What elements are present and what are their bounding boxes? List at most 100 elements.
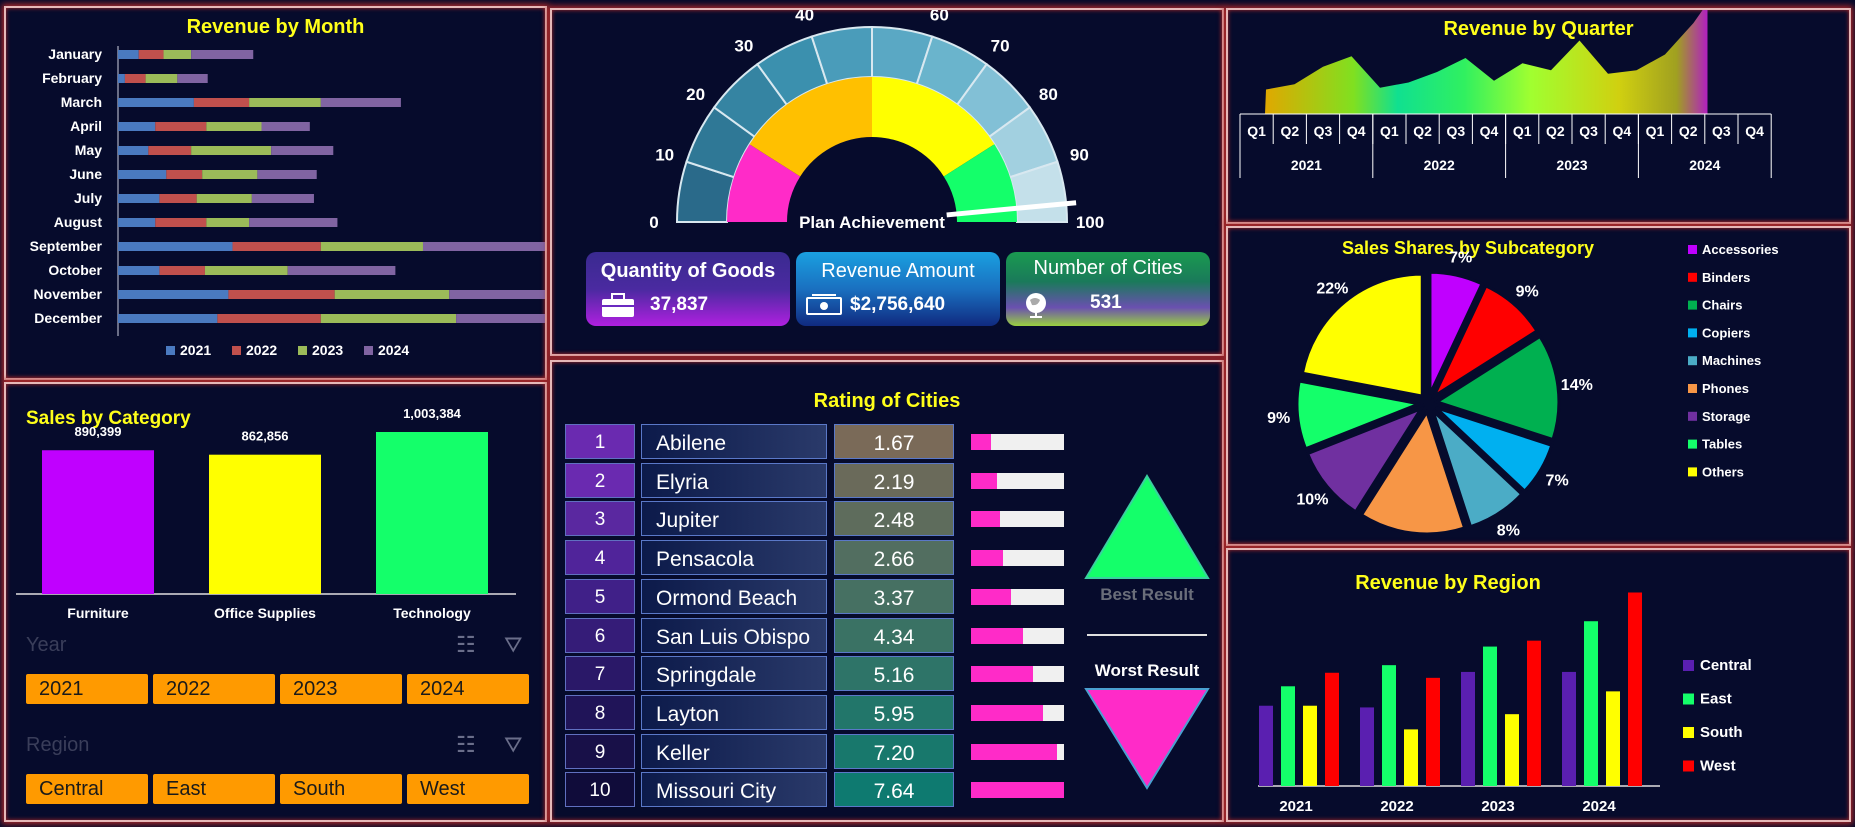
month-bar-segment (191, 146, 272, 155)
region-multiselect-icon[interactable]: ☷ (456, 732, 476, 758)
quarter-label: Q2 (1679, 123, 1698, 139)
rating-city: Abilene (641, 424, 827, 459)
revenue-by-quarter-chart: Q1 Q2 Q3 Q4 Q1 Q2 Q3 Q4 Q1 Q2 Q3 Q4 Q1 Q2 Q3 Q4 2021 2022… (1239, 10, 1772, 178)
rating-bar-fill (971, 627, 1024, 644)
region-bar (1360, 707, 1374, 786)
rating-bar-track (971, 782, 1064, 799)
pie-legend-swatch (1688, 272, 1697, 282)
year-button-2022[interactable]: 2022 (153, 674, 275, 704)
month-bar-segment (166, 170, 203, 179)
quarter-label: Q3 (1712, 123, 1731, 139)
category-axis-label: Furniture (67, 605, 129, 621)
region-bar (1404, 729, 1418, 786)
region-bar (1483, 646, 1497, 786)
rating-bar-fill (971, 704, 1043, 721)
region-slicer-label: Region (26, 734, 90, 756)
pie-legend-swatch (1688, 300, 1697, 310)
rating-value: 7.20 (834, 733, 954, 769)
quarter-area (1265, 10, 1708, 114)
month-bar-segment (249, 98, 321, 107)
region-bar (1584, 621, 1598, 786)
month-bar-segment (191, 50, 254, 59)
revenue-by-month-chart: January February March April May June July Augu… (30, 46, 545, 358)
pie-legend-swatch (1688, 328, 1697, 338)
rating-rank: 10 (565, 772, 635, 808)
rating-value: 2.48 (834, 501, 954, 537)
month-label: November (34, 286, 103, 302)
subcategory-panel: Sales Shares by Subcategory 7% 9% 14% 7% 8% 1… (1226, 226, 1851, 546)
month-bar-segment (287, 266, 396, 275)
year-button-2023[interactable]: 2023 (280, 674, 402, 704)
rating-bar-track (971, 434, 1064, 450)
region-button-east[interactable]: East (153, 774, 275, 804)
quarter-label: Q1 (1247, 123, 1266, 139)
year-button-2021[interactable]: 2021 (26, 674, 148, 704)
gauge-tick-label: 30 (734, 37, 753, 56)
month-bar-segment (206, 218, 250, 227)
rating-bar-track (971, 704, 1064, 721)
quarter-label: Q4 (1347, 123, 1366, 139)
year-button-2024[interactable]: 2024 (407, 674, 529, 704)
month-bar-segment (228, 290, 335, 299)
rating-city: San Luis Obispo (641, 617, 827, 653)
pie-legend-swatch (1688, 384, 1697, 393)
gauge-tick-label: 20 (686, 85, 705, 104)
month-bar-segment (163, 50, 192, 59)
gauge-tick-label: 40 (795, 10, 814, 25)
year-multiselect-icon[interactable]: ☷ (456, 632, 476, 658)
sales-by-category-panel: Sales by Category 890,399 Furniture 862,85… (4, 382, 547, 822)
rating-city: Missouri City (641, 772, 827, 808)
quarter-label: Q2 (1280, 123, 1299, 139)
rating-bar-track (971, 743, 1064, 760)
region-button-west[interactable]: West (407, 774, 529, 804)
region-button-central[interactable]: Central (26, 774, 148, 804)
year-clear-filter-icon[interactable]: ⛛ (504, 632, 522, 658)
month-bar-segment (320, 242, 423, 251)
month-bar-segment (124, 74, 146, 83)
category-bar (376, 432, 488, 594)
month-bar-segment (251, 194, 314, 203)
month-bar-segment (159, 194, 197, 203)
month-label: January (48, 46, 102, 62)
sales-by-category-chart: 890,399 Furniture 862,856 Office Supplies 1,… (16, 406, 516, 621)
rating-bar-track (971, 666, 1064, 683)
category-axis-label: Office Supplies (214, 605, 316, 621)
region-legend-swatch (1683, 727, 1694, 738)
rating-bar-track (971, 511, 1064, 528)
region-legend-label: East (1700, 691, 1732, 708)
plan-achievement-gauge: 0 10 20 30 40 50 60 70 80 90 100 Plan Achievement (649, 10, 1104, 232)
rating-city: Layton (641, 694, 827, 730)
month-bar-segment (232, 242, 321, 251)
region-clear-filter-icon[interactable]: ⛛ (504, 732, 522, 758)
quarter-label: Q3 (1314, 123, 1333, 139)
region-bar (1606, 691, 1620, 786)
best-result-label: Best Result (1100, 585, 1194, 604)
cities-kpi-card: Number of Cities 531 (1006, 252, 1210, 326)
pie-value-label: 8% (1497, 523, 1520, 540)
month-legend-swatch (232, 346, 241, 355)
pie-legend-label: Binders (1702, 270, 1750, 285)
quarter-label: Q2 (1413, 123, 1432, 139)
pie-legend-label: Storage (1702, 409, 1750, 424)
rating-city: Elyria (641, 462, 827, 498)
pie-value-label: 7% (1546, 472, 1569, 489)
rating-bar-track (971, 550, 1064, 567)
cities-kpi-label: Number of Cities (1033, 257, 1183, 279)
pie-value-label: 14% (1561, 377, 1593, 394)
quarter-label: Q3 (1579, 123, 1598, 139)
month-bar-segment (271, 146, 334, 155)
gauge-tick-label: 100 (1076, 213, 1104, 232)
region-bar (1505, 714, 1519, 786)
month-bar-segment (202, 170, 258, 179)
rating-bar-fill (971, 434, 991, 450)
worst-result-arrow-icon (1084, 688, 1210, 790)
region-button-south[interactable]: South (280, 774, 402, 804)
region-legend-label: Central (1700, 657, 1752, 674)
quarter-label: Q3 (1446, 123, 1465, 139)
gauge-tick-label: 90 (1070, 146, 1089, 165)
month-label: December (34, 310, 102, 326)
month-bar-segment (159, 266, 205, 275)
region-axis-label: 2024 (1582, 798, 1616, 815)
month-legend-label: 2022 (246, 342, 277, 358)
category-bar (42, 450, 154, 594)
